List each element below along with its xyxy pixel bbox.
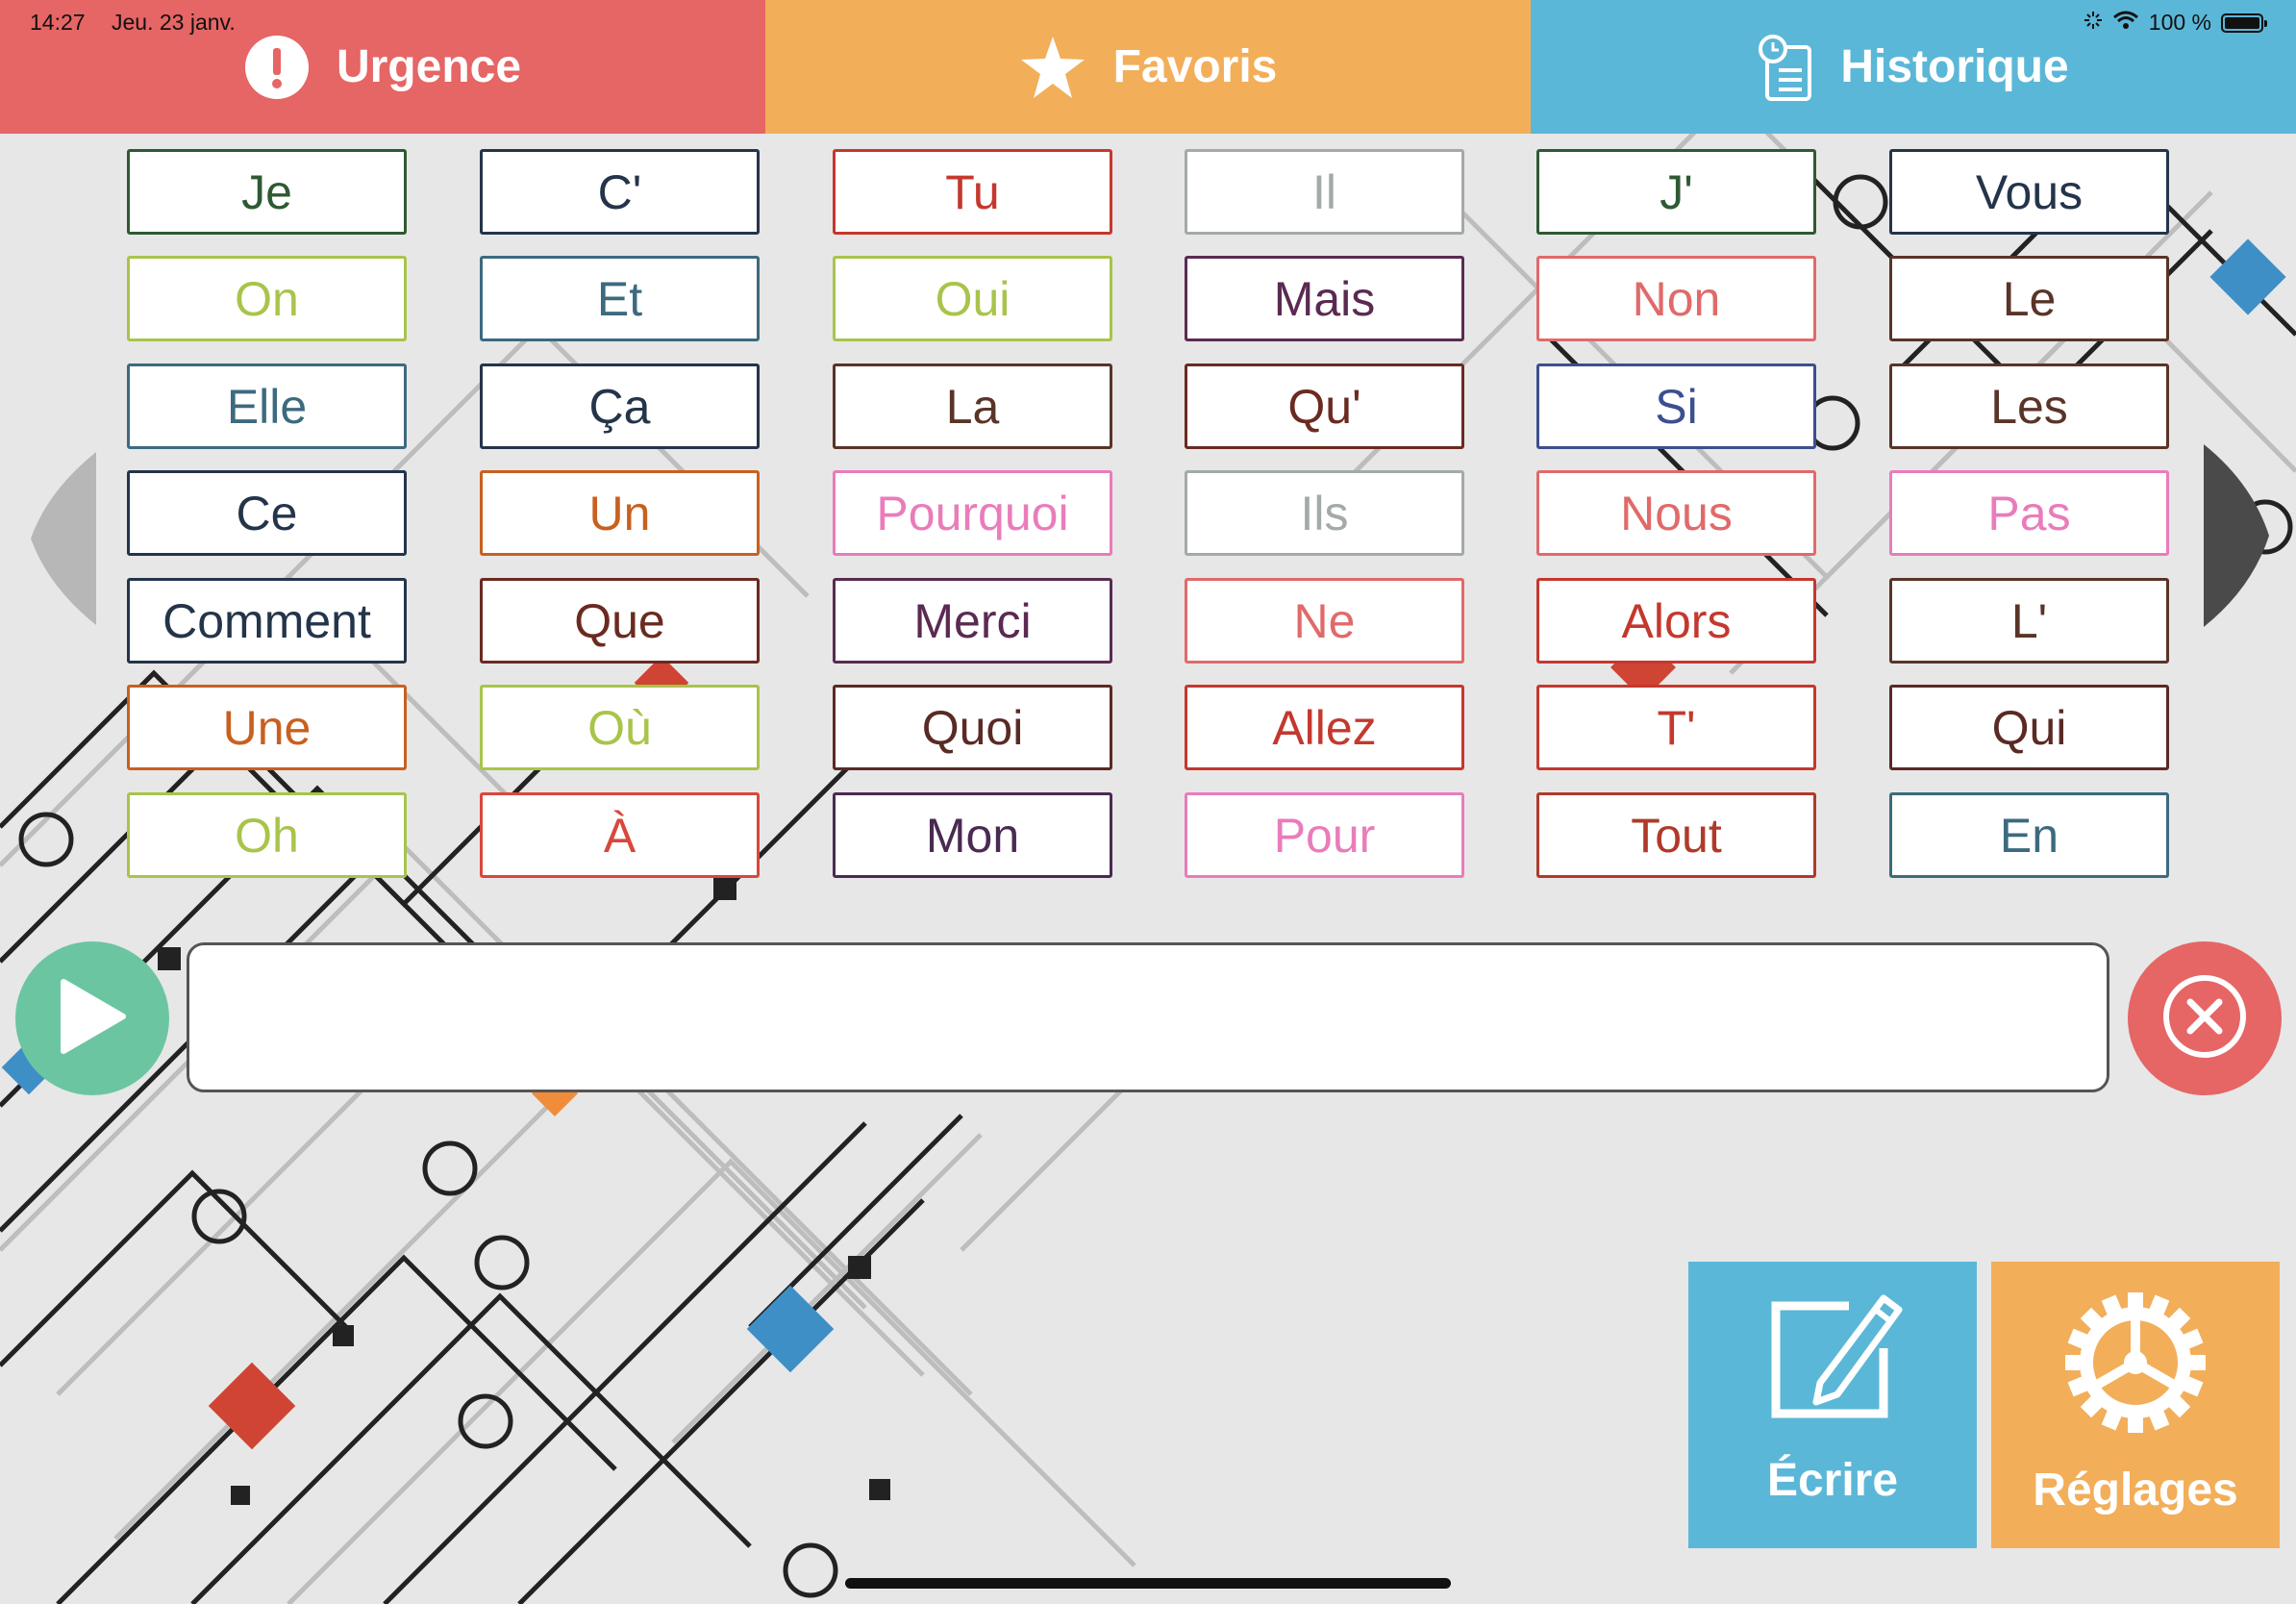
sentence-field[interactable]: [187, 942, 2109, 1092]
chevron-left-icon[interactable]: [29, 452, 98, 630]
word-button[interactable]: Oui: [833, 256, 1112, 341]
word-button[interactable]: Tout: [1536, 792, 1816, 878]
word-button[interactable]: Ce: [127, 470, 407, 556]
wifi-icon: [2112, 10, 2139, 36]
tab-urgence-label: Urgence: [336, 41, 522, 92]
word-button[interactable]: Qui: [1889, 685, 2169, 770]
word-button[interactable]: Allez: [1185, 685, 1464, 770]
word-button[interactable]: Non: [1536, 256, 1816, 341]
activity-icon: [2084, 10, 2103, 36]
word-button[interactable]: Qu': [1185, 363, 1464, 449]
settings-button[interactable]: Réglages: [1991, 1262, 2280, 1548]
word-button[interactable]: Mais: [1185, 256, 1464, 341]
word-button[interactable]: Ça: [480, 363, 760, 449]
word-button[interactable]: Quoi: [833, 685, 1112, 770]
tab-favoris-label: Favoris: [1112, 41, 1278, 92]
word-button[interactable]: Je: [127, 149, 407, 235]
edit-icon: [1760, 1291, 1905, 1437]
tab-historique-label: Historique: [1840, 41, 2069, 92]
word-button[interactable]: Pas: [1889, 470, 2169, 556]
word-button[interactable]: Comment: [127, 578, 407, 664]
word-button[interactable]: En: [1889, 792, 2169, 878]
word-button[interactable]: Vous: [1889, 149, 2169, 235]
word-button[interactable]: Le: [1889, 256, 2169, 341]
battery-percent: 100 %: [2148, 10, 2211, 35]
word-button[interactable]: À: [480, 792, 760, 878]
status-indicators: 100 %: [2084, 10, 2267, 36]
word-button[interactable]: Un: [480, 470, 760, 556]
word-button[interactable]: Pourquoi: [833, 470, 1112, 556]
status-time: 14:27: [30, 10, 86, 35]
status-bar: 14:27 Jeu. 23 janv. 100 %: [0, 0, 2296, 44]
word-button[interactable]: J': [1536, 149, 1816, 235]
chevron-right-icon[interactable]: [2202, 444, 2271, 632]
gear-icon: [2063, 1291, 2208, 1446]
word-button[interactable]: Ils: [1185, 470, 1464, 556]
word-button[interactable]: Une: [127, 685, 407, 770]
battery-icon: [2221, 13, 2267, 33]
word-button[interactable]: Merci: [833, 578, 1112, 664]
play-icon: [58, 978, 127, 1060]
word-button[interactable]: La: [833, 363, 1112, 449]
write-button[interactable]: Écrire: [1688, 1262, 1977, 1548]
word-button[interactable]: Pour: [1185, 792, 1464, 878]
word-button[interactable]: Mon: [833, 792, 1112, 878]
word-button[interactable]: T': [1536, 685, 1816, 770]
word-button[interactable]: Alors: [1536, 578, 1816, 664]
word-button[interactable]: Si: [1536, 363, 1816, 449]
word-button[interactable]: Et: [480, 256, 760, 341]
close-icon: [2161, 973, 2248, 1065]
home-indicator: [845, 1578, 1451, 1589]
word-button[interactable]: Tu: [833, 149, 1112, 235]
word-button[interactable]: Elle: [127, 363, 407, 449]
clear-button[interactable]: [2128, 941, 2282, 1095]
status-date: Jeu. 23 janv.: [112, 10, 236, 35]
word-button[interactable]: Nous: [1536, 470, 1816, 556]
play-button[interactable]: [15, 941, 169, 1095]
word-button[interactable]: Ne: [1185, 578, 1464, 664]
word-button[interactable]: Les: [1889, 363, 2169, 449]
word-button[interactable]: C': [480, 149, 760, 235]
word-button[interactable]: Il: [1185, 149, 1464, 235]
settings-label: Réglages: [2033, 1465, 2238, 1516]
word-button[interactable]: On: [127, 256, 407, 341]
word-button[interactable]: Où: [480, 685, 760, 770]
word-button[interactable]: Que: [480, 578, 760, 664]
write-label: Écrire: [1766, 1455, 1899, 1506]
word-button[interactable]: L': [1889, 578, 2169, 664]
word-button[interactable]: Oh: [127, 792, 407, 878]
